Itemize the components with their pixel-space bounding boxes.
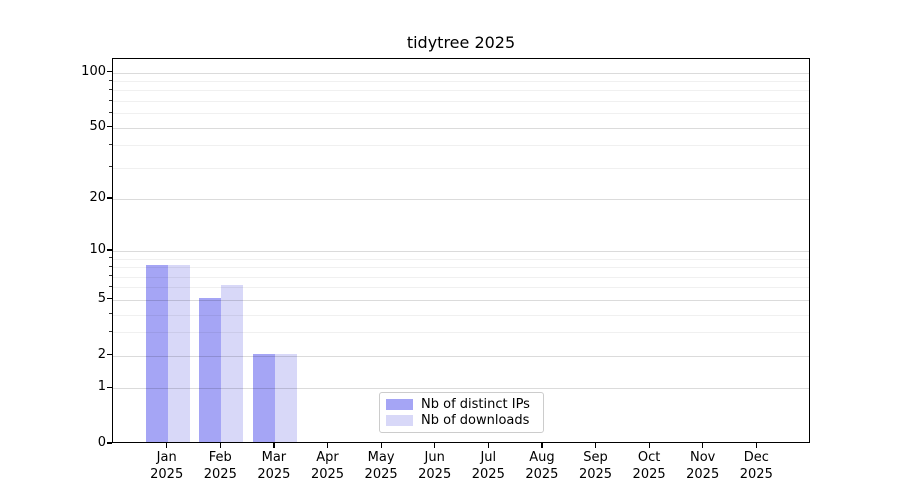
- y-minor-tick-6: [109, 286, 112, 287]
- x-tick-mark-sep: [595, 443, 596, 448]
- y-tick-mark-20: [107, 197, 112, 198]
- y-minor-tick-60: [109, 112, 112, 113]
- gridline-y-2: [113, 356, 809, 357]
- x-tick-label-dec: Dec2025: [724, 449, 788, 483]
- x-tick-mark-jan: [166, 443, 167, 448]
- legend-swatch-distinct-ips: [386, 399, 413, 410]
- gridline-y-40: [113, 145, 809, 146]
- y-minor-tick-4: [109, 313, 112, 314]
- gridline-y-50: [113, 128, 809, 129]
- gridline-y-7: [113, 277, 809, 278]
- gridline-y-60: [113, 113, 809, 114]
- y-minor-tick-70: [109, 100, 112, 101]
- figure: tidytree 2025 0125102050100 Jan2025Feb20…: [0, 0, 900, 500]
- y-minor-tick-9: [109, 257, 112, 258]
- gridline-y-3: [113, 332, 809, 333]
- gridline-y-10: [113, 251, 809, 252]
- legend-item-distinct-ips: Nb of distinct IPs: [386, 397, 537, 413]
- gridline-y-20: [113, 199, 809, 200]
- x-tick-mark-may: [381, 443, 382, 448]
- y-minor-tick-40: [109, 144, 112, 145]
- legend-item-downloads: Nb of downloads: [386, 413, 537, 429]
- gridline-y-6: [113, 287, 809, 288]
- gridline-y-90: [113, 81, 809, 82]
- legend: Nb of distinct IPs Nb of downloads: [379, 392, 544, 433]
- y-tick-mark-0: [107, 442, 112, 443]
- grid-layer: [113, 59, 809, 442]
- plot-area: [112, 58, 810, 443]
- gridline-y-30: [113, 168, 809, 169]
- x-tick-mark-jul: [488, 443, 489, 448]
- gridline-y-5: [113, 300, 809, 301]
- y-tick-label-0: 0: [54, 435, 106, 451]
- x-tick-mark-aug: [541, 443, 542, 448]
- gridline-y-1: [113, 388, 809, 389]
- y-tick-label-2: 2: [54, 347, 106, 363]
- gridline-y-9: [113, 259, 809, 260]
- y-tick-mark-5: [107, 298, 112, 299]
- y-minor-tick-3: [109, 331, 112, 332]
- gridline-y-4: [113, 315, 809, 316]
- y-tick-label-5: 5: [54, 291, 106, 307]
- y-tick-mark-50: [107, 126, 112, 127]
- x-tick-mark-feb: [220, 443, 221, 448]
- legend-swatch-downloads: [386, 415, 413, 426]
- chart-title: tidytree 2025: [112, 33, 810, 52]
- y-tick-mark-10: [107, 249, 112, 250]
- y-tick-mark-1: [107, 387, 112, 388]
- legend-label-downloads: Nb of downloads: [421, 413, 529, 428]
- x-tick-mark-jun: [434, 443, 435, 448]
- y-tick-label-20: 20: [54, 190, 106, 206]
- y-minor-tick-7: [109, 275, 112, 276]
- x-tick-mark-apr: [327, 443, 328, 448]
- y-tick-label-10: 10: [54, 242, 106, 258]
- y-tick-label-1: 1: [54, 379, 106, 395]
- gridline-y-8: [113, 267, 809, 268]
- y-tick-label-100: 100: [54, 64, 106, 80]
- x-tick-mark-nov: [702, 443, 703, 448]
- legend-label-distinct-ips: Nb of distinct IPs: [421, 397, 530, 412]
- y-minor-tick-80: [109, 89, 112, 90]
- gridline-y-80: [113, 90, 809, 91]
- y-minor-tick-90: [109, 80, 112, 81]
- x-tick-mark-dec: [756, 443, 757, 448]
- y-tick-mark-2: [107, 354, 112, 355]
- y-minor-tick-30: [109, 166, 112, 167]
- gridline-y-70: [113, 101, 809, 102]
- y-tick-label-50: 50: [54, 119, 106, 135]
- y-tick-mark-100: [107, 71, 112, 72]
- y-minor-tick-8: [109, 266, 112, 267]
- gridline-y-100: [113, 73, 809, 74]
- x-tick-mark-mar: [273, 443, 274, 448]
- x-tick-mark-oct: [649, 443, 650, 448]
